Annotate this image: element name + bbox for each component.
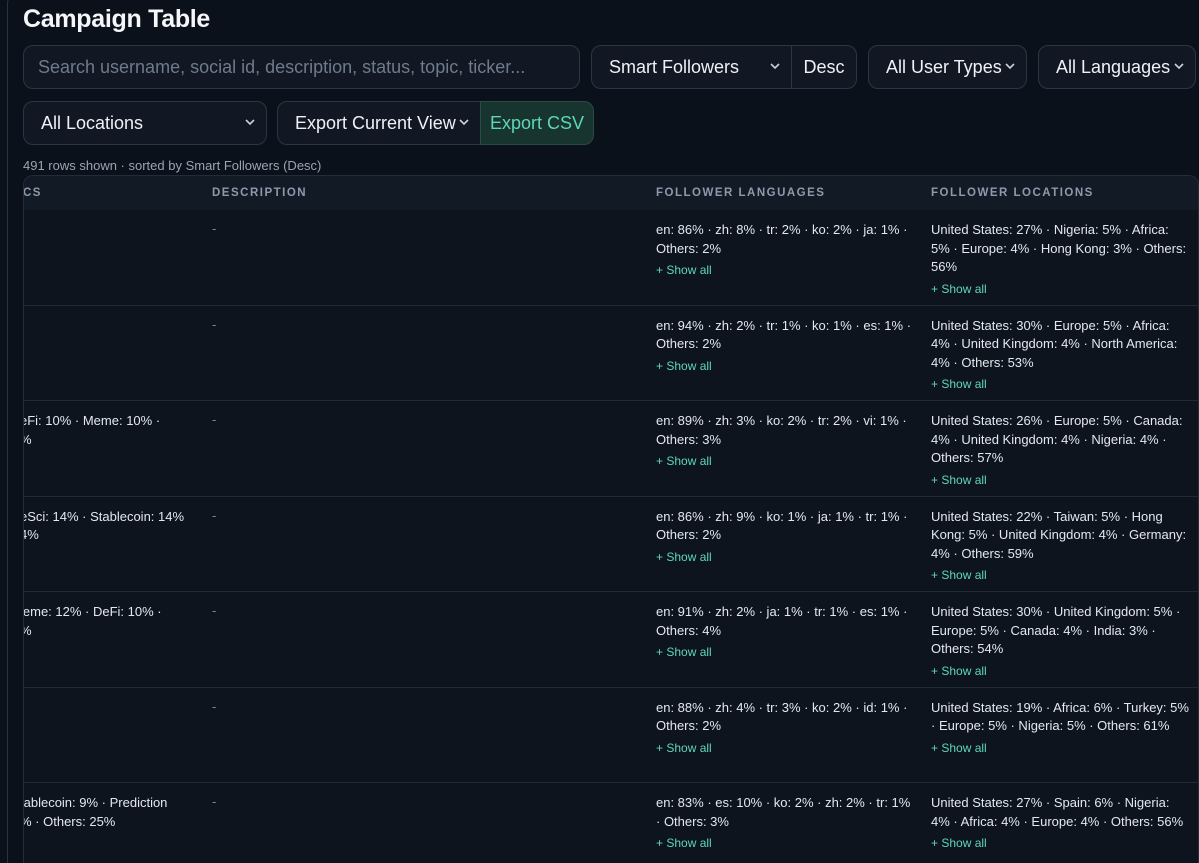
follower-locations-cell: United States: 30% · Europe: 5% · Africa… [931,317,1189,394]
follower-locations-cell: United States: 26% · Europe: 5% · Canada… [931,412,1189,489]
follower-languages-text: en: 86% · zh: 9% · ko: 1% · ja: 1% · tr:… [656,508,908,543]
sort-direction-button[interactable]: Desc [791,45,857,89]
follower-locations-text: United States: 19% · Africa: 6% · Turkey… [931,699,1189,734]
topics-line: eSci: 14% · Stablecoin: 14% [23,508,185,524]
locations-show-all-link[interactable]: + Show all [931,471,1189,490]
languages-show-all-link[interactable]: + Show all [656,548,914,567]
chevron-down-icon [1174,63,1184,70]
search-placeholder: Search username, social id, description,… [38,56,526,77]
topics-cell: tablecoin: 9% · Prediction % · Others: 25… [23,794,200,831]
languages-show-all-link[interactable]: + Show all [656,452,914,471]
table-row[interactable]: eFi: 10% · Meme: 10% ·%- en: 89% · zh: 3%… [24,401,1198,497]
follower-locations-text: United States: 27% · Spain: 6% · Nigeria… [931,795,1184,829]
column-follower-languages[interactable]: FOLLOWER LANGUAGES [656,187,825,199]
follower-languages-text: en: 88% · zh: 4% · tr: 3% · ko: 2% · id:… [656,699,908,734]
chevron-down-icon [1005,63,1015,70]
topics-line: leme: 12% · DeFi: 10% · [23,604,162,619]
description-cell: - [212,507,217,523]
table-row[interactable]: tablecoin: 9% · Prediction % · Others: 25… [24,783,1198,863]
chevron-down-icon [459,119,469,126]
locations-show-all-link[interactable]: + Show all [931,280,1189,299]
topics-line: 4% [24,527,39,543]
page-title: Campaign Table [23,5,211,33]
follower-locations-cell: United States: 30% · United Kingdom: 5% … [931,603,1189,680]
chevron-down-icon [770,63,780,70]
description-cell: - [212,698,217,714]
languages-select[interactable]: All Languages [1038,45,1196,89]
table-row[interactable]: leme: 12% · DeFi: 10% ·%- en: 91% · zh: 2… [24,592,1198,688]
follower-languages-text: en: 91% · zh: 2% · ja: 1% · tr: 1% · es:… [656,604,908,638]
description-cell: - [212,794,217,809]
languages-show-all-link[interactable]: + Show all [656,834,914,853]
sort-by-select[interactable]: Smart Followers [591,45,792,89]
follower-languages-cell: en: 88% · zh: 4% · tr: 3% · ko: 2% · id:… [656,699,914,758]
campaign-table: CS DESCRIPTION FOLLOWER LANGUAGES FOLLOW… [23,175,1199,863]
follower-languages-cell: en: 86% · zh: 9% · ko: 1% · ja: 1% · tr:… [656,508,914,567]
languages-show-all-link[interactable]: + Show all [656,643,914,662]
rows-summary: 491 rows shown · sorted by Smart Followe… [23,158,322,173]
table-row[interactable]: - en: 94% · zh: 2% · tr: 1% · ko: 1% · es… [24,306,1198,401]
table-row[interactable]: eSci: 14% · Stablecoin: 14% 4% - en: 86% · … [23,497,1198,592]
topics-line: % · Others: 25% [23,813,116,829]
follower-locations-text: United States: 26% · Europe: 5% · Canada… [931,413,1183,466]
follower-locations-text: United States: 22% · Taiwan: 5% · Hong K… [931,508,1187,561]
locations-show-all-link[interactable]: + Show all [931,834,1189,853]
topics-line: tablecoin: 9% · Prediction [23,795,168,810]
follower-locations-cell: United States: 27% · Nigeria: 5% · Afric… [931,221,1189,298]
description-cell: - [212,316,217,332]
follower-locations-text: United States: 27% · Nigeria: 5% · Afric… [931,222,1187,275]
topics-line: % [24,431,200,450]
languages-show-all-link[interactable]: + Show all [656,739,914,758]
languages-show-all-link[interactable]: + Show all [656,261,914,280]
topics-cell: leme: 12% · DeFi: 10% ·% [23,603,200,641]
export-scope-value: Export Current View [295,112,456,133]
description-cell: - [212,603,217,618]
languages-show-all-link[interactable]: + Show all [656,357,914,376]
topics-cell: eSci: 14% · Stablecoin: 14% 4% [23,508,200,545]
user-types-value: All User Types [886,56,1002,77]
follower-locations-cell: United States: 19% · Africa: 6% · Turkey… [931,699,1189,758]
follower-languages-text: en: 89% · zh: 3% · ko: 2% · tr: 2% · vi:… [656,413,907,447]
locations-show-all-link[interactable]: + Show all [931,375,1189,394]
follower-locations-text: United States: 30% · United Kingdom: 5% … [931,604,1181,657]
locations-show-all-link[interactable]: + Show all [931,662,1189,681]
follower-locations-cell: United States: 27% · Spain: 6% · Nigeria… [931,794,1189,853]
column-description[interactable]: DESCRIPTION [212,187,307,199]
topics-line: eFi: 10% · Meme: 10% · [23,413,161,428]
column-topics[interactable]: CS [24,187,42,199]
description-cell: - [212,412,217,427]
follower-languages-cell: en: 94% · zh: 2% · tr: 1% · ko: 1% · es:… [656,317,914,376]
locations-select[interactable]: All Locations [23,101,267,145]
locations-show-all-link[interactable]: + Show all [931,739,1189,758]
follower-locations-text: United States: 30% · Europe: 5% · Africa… [931,317,1178,370]
locations-show-all-link[interactable]: + Show all [931,566,1189,585]
table-header: CS DESCRIPTION FOLLOWER LANGUAGES FOLLOW… [24,176,1198,210]
follower-languages-text: en: 86% · zh: 8% · tr: 2% · ko: 2% · ja:… [656,222,908,256]
follower-languages-text: en: 83% · es: 10% · ko: 2% · zh: 2% · tr… [656,795,911,829]
export-scope-select[interactable]: Export Current View [277,101,481,145]
sort-direction-label: Desc [803,56,845,77]
sort-by-value: Smart Followers [609,56,740,77]
description-cell: - [212,221,217,236]
follower-languages-cell: en: 83% · es: 10% · ko: 2% · zh: 2% · tr… [656,794,914,853]
languages-value: All Languages [1056,56,1171,77]
search-input[interactable]: Search username, social id, description,… [23,45,580,89]
locations-value: All Locations [41,112,144,133]
user-types-select[interactable]: All User Types [868,45,1027,89]
follower-languages-cell: en: 86% · zh: 8% · tr: 2% · ko: 2% · ja:… [656,221,914,280]
topics-line: % [24,622,200,641]
export-csv-button[interactable]: Export CSV [480,101,594,145]
chevron-down-icon [245,119,255,126]
follower-languages-text: en: 94% · zh: 2% · tr: 1% · ko: 1% · es:… [656,317,912,352]
table-row[interactable]: - en: 86% · zh: 8% · tr: 2% · ko: 2% · ja… [24,210,1198,306]
table-row[interactable]: - en: 88% · zh: 4% · tr: 3% · ko: 2% · id… [24,688,1198,783]
topics-cell: eFi: 10% · Meme: 10% ·% [23,412,200,450]
export-csv-label: Export CSV [489,112,585,133]
follower-languages-cell: en: 89% · zh: 3% · ko: 2% · tr: 2% · vi:… [656,412,914,471]
follower-languages-cell: en: 91% · zh: 2% · ja: 1% · tr: 1% · es:… [656,603,914,662]
column-follower-locations[interactable]: FOLLOWER LOCATIONS [931,187,1094,199]
follower-locations-cell: United States: 22% · Taiwan: 5% · Hong K… [931,508,1189,585]
